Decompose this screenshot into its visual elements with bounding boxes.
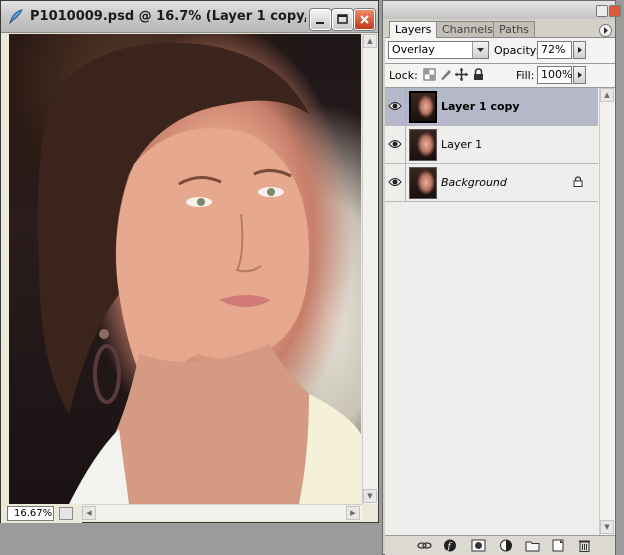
layer-thumbnail[interactable] <box>409 129 437 161</box>
eye-icon <box>388 140 402 148</box>
options-divider <box>385 63 615 64</box>
layer-name[interactable]: Background <box>441 176 507 189</box>
eye-icon <box>388 102 402 110</box>
layers-action-bar: f <box>385 535 615 555</box>
document-titlebar[interactable]: P1010009.psd @ 16.7% (Layer 1 copy, R... <box>1 1 378 33</box>
layer-row-background[interactable]: Background <box>385 164 598 202</box>
eye-icon <box>388 178 402 186</box>
layer-lock-icon <box>573 176 583 187</box>
layer-style-icon[interactable]: f <box>443 539 458 552</box>
layer-visibility-toggle[interactable] <box>385 88 406 125</box>
scroll-down-arrow-icon[interactable]: ▼ <box>363 489 377 503</box>
portrait-image <box>37 42 361 504</box>
palette-titlebar[interactable] <box>383 1 621 19</box>
delete-layer-trash-icon[interactable] <box>577 539 592 552</box>
fill-field[interactable]: 100% <box>537 66 572 84</box>
close-icon <box>360 15 369 24</box>
lock-label: Lock: <box>389 69 418 82</box>
lock-transparent-pixels-icon[interactable] <box>423 68 436 81</box>
layer-thumbnail[interactable] <box>409 167 437 199</box>
layers-scroll-down-icon[interactable]: ▼ <box>600 520 614 534</box>
document-title: P1010009.psd @ 16.7% (Layer 1 copy, R... <box>30 9 306 24</box>
layer-name[interactable]: Layer 1 <box>441 138 482 151</box>
scroll-left-arrow-icon[interactable]: ◀ <box>82 506 96 520</box>
adjustment-layer-icon[interactable] <box>499 539 514 552</box>
layer-thumbnail[interactable] <box>409 91 437 123</box>
maximize-button[interactable] <box>332 9 353 30</box>
link-layers-icon[interactable] <box>417 539 432 552</box>
scroll-right-arrow-icon[interactable]: ▶ <box>346 506 360 520</box>
status-info-icon[interactable] <box>59 507 73 520</box>
layer-row-layer-1[interactable]: Layer 1 <box>385 126 598 164</box>
horizontal-scrollbar[interactable]: ◀ ▶ <box>82 504 362 521</box>
layer-visibility-toggle[interactable] <box>385 126 406 163</box>
image-canvas[interactable] <box>9 34 361 504</box>
maximize-icon <box>337 14 348 24</box>
palette-menu-button[interactable] <box>599 24 612 37</box>
new-group-folder-icon[interactable] <box>525 539 540 552</box>
blend-mode-dropdown-icon[interactable] <box>472 42 488 58</box>
fill-arrow-icon <box>578 72 582 78</box>
lock-all-icon[interactable] <box>472 68 485 81</box>
layer-row-layer-1-copy[interactable]: Layer 1 copy <box>385 88 598 126</box>
fill-label: Fill: <box>516 69 535 82</box>
layers-list: Layer 1 copy Layer 1 Background <box>385 88 598 535</box>
tab-channels[interactable]: Channels <box>436 21 499 38</box>
photoshop-feather-icon <box>9 9 23 25</box>
tab-paths[interactable]: Paths <box>493 21 535 38</box>
lock-position-icon[interactable] <box>455 68 468 81</box>
vertical-scrollbar[interactable]: ▲ ▼ <box>362 34 378 504</box>
layer-name[interactable]: Layer 1 copy <box>441 100 520 113</box>
status-bar: 16.67% <box>1 504 82 523</box>
opacity-field[interactable]: 72% <box>537 41 572 59</box>
layer-visibility-toggle[interactable] <box>385 164 406 201</box>
layers-scrollbar[interactable]: ▲ ▼ <box>599 88 614 535</box>
palette-minimize-button[interactable] <box>596 5 608 17</box>
scroll-up-arrow-icon[interactable]: ▲ <box>363 34 377 48</box>
fill-slider-button[interactable] <box>573 66 586 84</box>
add-layer-mask-icon[interactable] <box>471 539 486 552</box>
document-window[interactable]: P1010009.psd @ 16.7% (Layer 1 copy, R... <box>0 0 379 523</box>
palette-close-button[interactable] <box>609 5 621 17</box>
blend-mode-select[interactable]: Overlay <box>388 41 489 59</box>
opacity-label: Opacity: <box>494 44 540 57</box>
opacity-arrow-icon <box>578 47 582 53</box>
minimize-button[interactable] <box>310 9 331 30</box>
palette-menu-arrow-icon <box>604 27 608 34</box>
minimize-icon <box>316 22 324 24</box>
new-layer-icon[interactable] <box>551 539 566 552</box>
blend-mode-value: Overlay <box>392 43 435 56</box>
tab-layers[interactable]: Layers <box>389 21 438 38</box>
palette-tabs: Layers Channels Paths <box>389 21 614 38</box>
layers-panel-body: Overlay Opacity: 72% Lock: Fill: 100% La… <box>385 37 615 555</box>
opacity-slider-button[interactable] <box>573 41 586 59</box>
zoom-level-field[interactable]: 16.67% <box>7 506 54 521</box>
close-button[interactable] <box>354 9 375 30</box>
lock-image-pixels-icon[interactable] <box>439 68 452 81</box>
layers-scroll-up-icon[interactable]: ▲ <box>600 88 614 102</box>
layers-palette[interactable]: Layers Channels Paths Overlay Opacity: 7… <box>382 0 621 555</box>
